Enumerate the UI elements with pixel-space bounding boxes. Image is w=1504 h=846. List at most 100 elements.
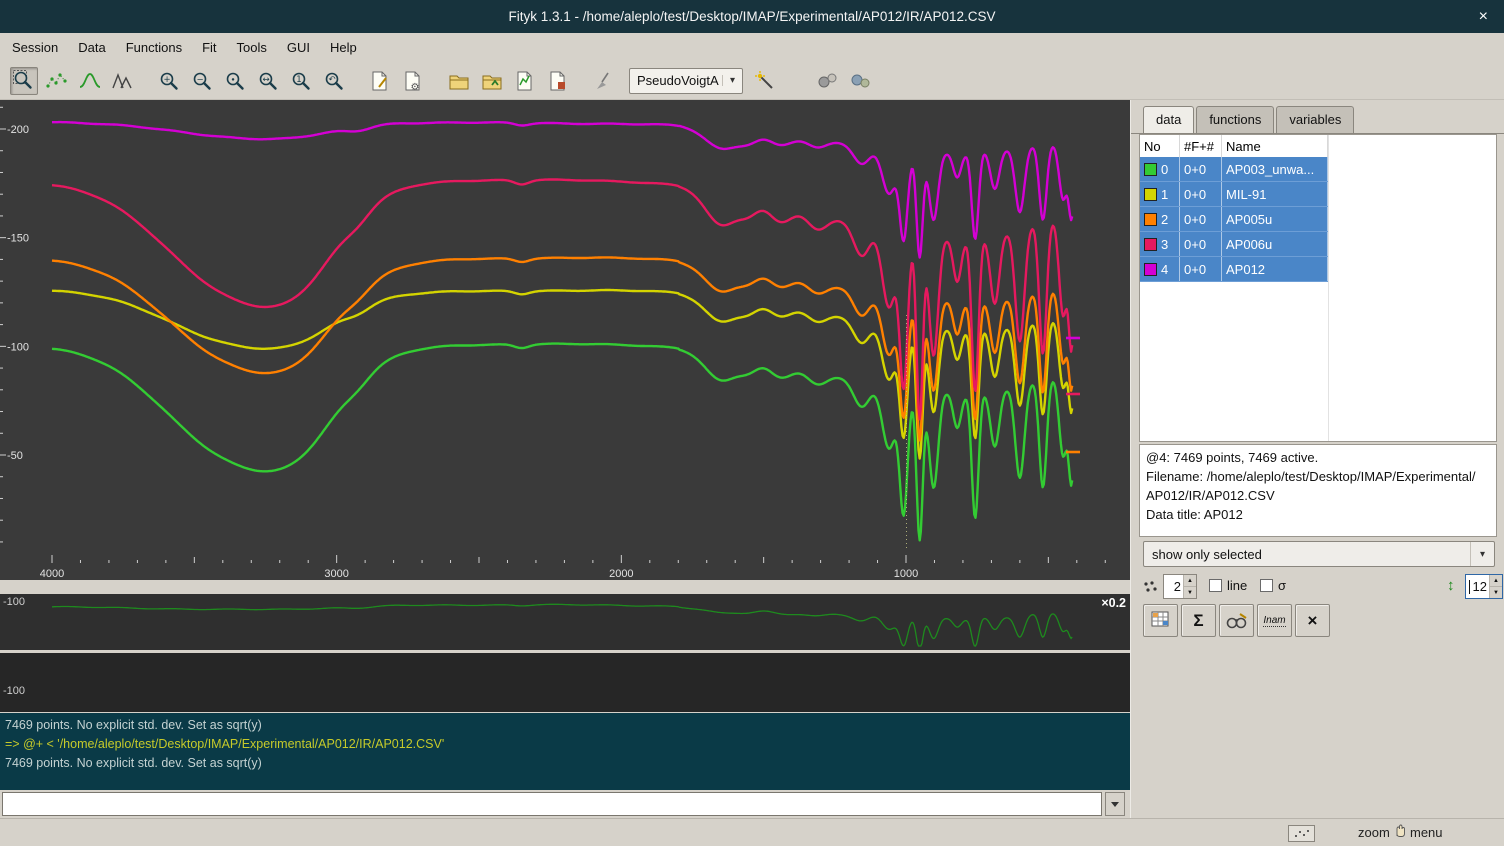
spinner-arrows[interactable]: ▲▼ [1183, 575, 1196, 598]
dataset-row[interactable]: 00+0AP003_unwa... [1140, 157, 1329, 182]
exec-script-button[interactable]: ⚙ [399, 67, 427, 95]
tab-functions[interactable]: functions [1196, 106, 1274, 133]
input-history-button[interactable] [1105, 792, 1125, 816]
chevron-down-icon: ▾ [1470, 542, 1494, 566]
dataset-functions-count: 0+0 [1180, 207, 1222, 231]
rename-icon: Inam [1263, 615, 1285, 627]
info-line: Data title: AP012 [1146, 505, 1490, 524]
aux-scale-label: ×0.2 [1101, 596, 1126, 610]
checkbox-box[interactable] [1209, 579, 1222, 592]
zoom-in-button[interactable]: + [155, 67, 183, 95]
tab-data[interactable]: data [1143, 106, 1194, 133]
aux-y-tick-label: -100 [3, 596, 25, 608]
column-header[interactable]: Name [1222, 135, 1328, 157]
y-tick-label: -50 [7, 450, 23, 462]
menu-session[interactable]: Session [2, 33, 68, 62]
dataset-row[interactable]: 40+0AP012 [1140, 257, 1329, 282]
shift-value: 12 [1470, 579, 1489, 594]
menu-tools[interactable]: Tools [227, 33, 277, 62]
toolbar: +−∙↔1 ↶ ⚙ PseudoVoigtA▾ [0, 62, 1504, 100]
point-size-icon [1143, 580, 1159, 597]
aux-config-button[interactable] [1288, 825, 1315, 842]
spin-down-icon[interactable]: ▼ [1184, 587, 1196, 598]
strip-background-button[interactable] [590, 67, 618, 95]
dataset-row[interactable]: 10+0MIL-91 [1140, 182, 1329, 207]
fit-continue-button[interactable] [847, 67, 875, 95]
export-data-button[interactable] [511, 67, 539, 95]
main-plot[interactable]: 4000300020001000-200-150-100-50 [0, 100, 1130, 580]
fit-undo-button[interactable] [814, 67, 842, 95]
load-data-alt-button[interactable] [478, 67, 506, 95]
sidebar: datafunctionsvariables No#F+#Name 00+0AP… [1130, 100, 1504, 818]
dataset-color-swatch[interactable] [1144, 213, 1157, 226]
menu-help[interactable]: Help [320, 33, 367, 62]
zoom-previous-button[interactable]: ↶ [320, 67, 348, 95]
line-checkbox[interactable]: line [1209, 578, 1247, 593]
dataset-number: 3 [1140, 232, 1180, 256]
save-session-button[interactable] [544, 67, 572, 95]
statusbar: zoom menu [0, 818, 1504, 846]
dataset-color-swatch[interactable] [1144, 263, 1157, 276]
spin-up-icon[interactable]: ▲ [1184, 575, 1196, 587]
delete-dataset-button[interactable]: × [1295, 604, 1330, 637]
activate-function-mode-button[interactable] [109, 67, 137, 95]
menubar: SessionDataFunctionsFitToolsGUIHelp [0, 33, 1504, 62]
dataset-row[interactable]: 30+0AP006u [1140, 232, 1329, 257]
function-type-value: PseudoVoigtA [630, 73, 722, 88]
tab-variables[interactable]: variables [1276, 106, 1354, 133]
dataset-color-swatch[interactable] [1144, 188, 1157, 201]
close-button[interactable]: × [1471, 0, 1496, 33]
dataset-table[interactable]: No#F+#Name 00+0AP003_unwa...10+0MIL-9120… [1139, 134, 1497, 442]
output-console[interactable]: 7469 points. No explicit std. dev. Set a… [0, 713, 1130, 790]
spin-up-icon[interactable]: ▲ [1490, 575, 1502, 587]
console-line: => @+ < '/home/aleplo/test/Desktop/IMAP/… [5, 735, 1130, 754]
rename-dataset-button[interactable]: Inam [1257, 604, 1292, 637]
zoom-horizontal-button[interactable]: ↔ [254, 67, 282, 95]
spin-down-icon[interactable]: ▼ [1490, 587, 1502, 598]
checkbox-box[interactable] [1260, 579, 1273, 592]
data-range-mode-button[interactable] [43, 67, 71, 95]
spinner-arrows[interactable]: ▲▼ [1489, 575, 1502, 598]
dataset-name: AP003_unwa... [1222, 157, 1328, 181]
aux-plot-2[interactable]: -100 [0, 653, 1130, 712]
show-filter-select[interactable]: show only selected ▾ [1143, 541, 1495, 567]
sum-datasets-button[interactable]: Σ [1181, 604, 1216, 637]
sigma-checkbox[interactable]: σ [1260, 578, 1286, 593]
mini-plot-icon [1294, 829, 1310, 839]
x-tick-label: 3000 [324, 568, 348, 580]
zoom-mode-button[interactable] [10, 67, 38, 95]
column-header[interactable]: #F+# [1180, 135, 1222, 157]
aux-line [52, 604, 1072, 646]
aux-plot[interactable]: -100 ×0.2 [0, 594, 1130, 650]
load-data-button[interactable] [445, 67, 473, 95]
chevron-down-icon[interactable]: ▾ [722, 75, 742, 86]
command-input[interactable] [2, 792, 1102, 816]
find-dataset-button[interactable] [1219, 604, 1254, 637]
zoom-100-button[interactable]: 1 [287, 67, 315, 95]
zoom-all-button[interactable]: ∙ [221, 67, 249, 95]
show-filter-value: show only selected [1152, 547, 1262, 562]
auto-add-peak-button[interactable] [751, 67, 779, 95]
dataset-table-header: No#F+#Name [1140, 135, 1496, 157]
dataset-row[interactable]: 20+0AP005u [1140, 207, 1329, 232]
svg-text:↶: ↶ [328, 75, 335, 85]
dataset-color-swatch[interactable] [1144, 238, 1157, 251]
add-peak-mode-button[interactable] [76, 67, 104, 95]
menu-data[interactable]: Data [68, 33, 115, 62]
sidebar-tabs: datafunctionsvariables [1143, 106, 1354, 133]
function-type-select[interactable]: PseudoVoigtA▾ [629, 68, 743, 94]
column-header[interactable]: No [1140, 135, 1180, 157]
statusbar-zoom-label: zoom [1358, 825, 1390, 840]
zoom-out-button[interactable]: − [188, 67, 216, 95]
y-tick-label: -150 [7, 233, 29, 245]
dataset-grid-button[interactable] [1143, 604, 1178, 637]
point-size-spinner[interactable]: 2 ▲▼ [1163, 574, 1197, 599]
menu-gui[interactable]: GUI [277, 33, 320, 62]
menu-functions[interactable]: Functions [116, 33, 192, 62]
menu-fit[interactable]: Fit [192, 33, 226, 62]
dataset-number: 4 [1140, 257, 1180, 281]
shift-spinner[interactable]: 12 ▲▼ [1465, 574, 1503, 599]
new-session-button[interactable] [366, 67, 394, 95]
dataset-color-swatch[interactable] [1144, 163, 1157, 176]
point-size-value: 2 [1164, 579, 1183, 594]
